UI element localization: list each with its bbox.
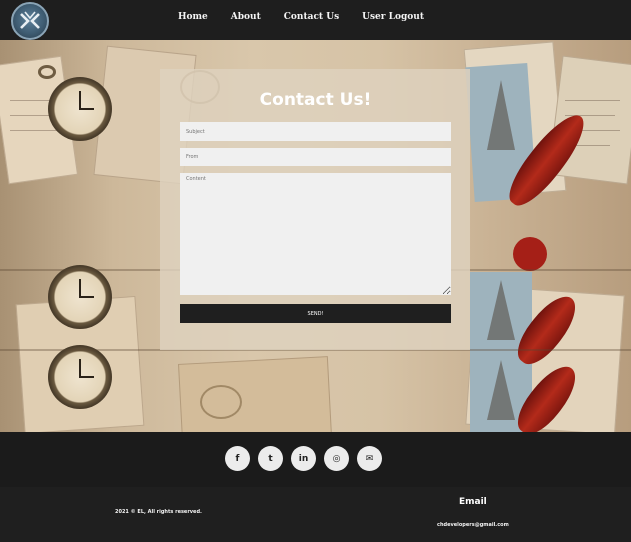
subject-input[interactable] — [180, 122, 451, 141]
wax-seal — [513, 237, 547, 271]
facebook-icon[interactable]: f — [225, 446, 250, 471]
eagle-emblem-icon — [20, 11, 40, 29]
envelope-icon[interactable]: ✉ — [357, 446, 382, 471]
handwriting-line — [10, 130, 62, 131]
pocket-watch — [48, 345, 112, 409]
watch-ring — [38, 65, 56, 79]
from-input[interactable] — [180, 148, 451, 166]
instagram-icon[interactable]: ◎ — [324, 446, 349, 471]
copyright-text: 2021 © EL, All rights reserved. — [115, 509, 202, 515]
contact-title: Contact Us! — [259, 90, 372, 110]
eiffel-tower — [487, 360, 515, 420]
site-logo[interactable] — [11, 2, 49, 40]
footer: 2021 © EL, All rights reserved. Email ch… — [0, 487, 631, 542]
twitter-icon[interactable]: t — [258, 446, 283, 471]
nav-logout-link[interactable]: User Logout — [362, 12, 424, 22]
nav-about-link[interactable]: About — [231, 12, 261, 22]
linkedin-icon[interactable]: in — [291, 446, 316, 471]
social-bar: f t in ◎ ✉ — [0, 432, 631, 487]
email-heading: Email — [459, 497, 487, 507]
nav-links: Home About Contact Us User Logout — [178, 12, 447, 22]
send-button[interactable]: SEND! — [180, 304, 451, 323]
pocket-watch — [48, 265, 112, 329]
navbar: Home About Contact Us User Logout — [0, 0, 631, 40]
email-address[interactable]: chdevelopers@gmail.com — [437, 522, 509, 528]
twine-loop — [200, 385, 242, 419]
nav-contact-link[interactable]: Contact Us — [284, 12, 339, 22]
nav-home-link[interactable]: Home — [178, 12, 208, 22]
eiffel-tower — [487, 280, 515, 340]
content-textarea[interactable] — [180, 173, 451, 295]
